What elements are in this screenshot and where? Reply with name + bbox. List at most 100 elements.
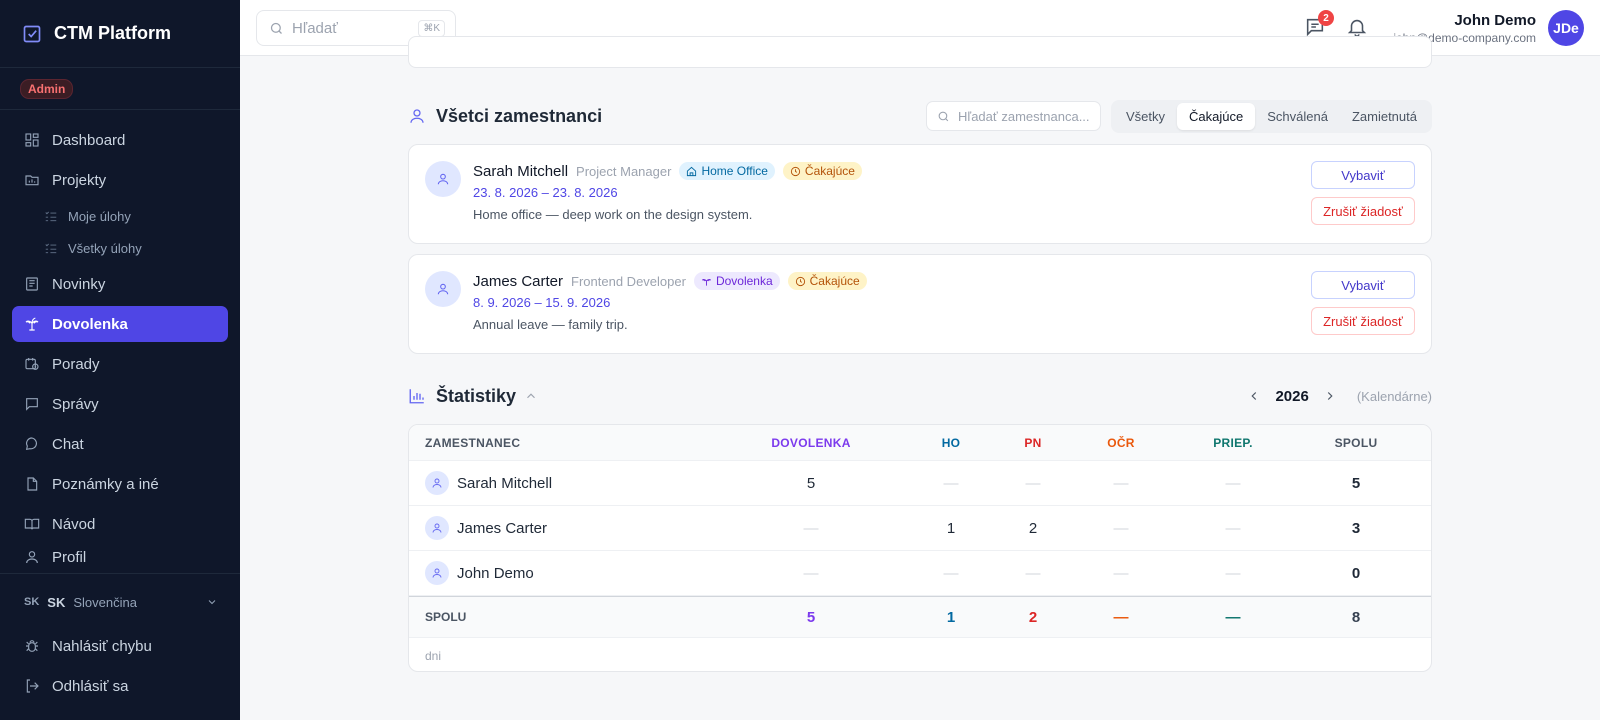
avatar[interactable]: JDe <box>1548 10 1584 46</box>
sidebar-item-dashboard[interactable]: Dashboard <box>12 122 228 158</box>
total-label: SPOLU <box>425 610 467 624</box>
vacation-cell: 5 <box>806 474 816 492</box>
clock-icon <box>795 276 805 286</box>
ho-cell: — <box>943 474 959 492</box>
list-check-icon <box>45 243 57 254</box>
stats-table: ZAMESTNANEC DOVOLENKA HO PN OČR PRIEP. S… <box>408 424 1432 672</box>
status-filter: Všetky Čakajúce Schválená Zamietnutá <box>1111 99 1432 133</box>
unit-note: dni <box>425 649 442 663</box>
employee-name: John Demo <box>457 564 534 582</box>
logout-button[interactable]: Odhlásiť sa <box>12 668 228 704</box>
checkbox-logo-icon <box>23 25 41 42</box>
sidebar: CTM Platform Admin Dashboard Projekty Mo… <box>0 0 240 720</box>
ocr-cell: — <box>1113 564 1129 582</box>
bar-chart-icon <box>409 389 424 404</box>
dashboard-icon <box>25 133 39 147</box>
employee-name: Sarah Mitchell <box>457 474 553 492</box>
sidebar-subitem-vsetky-ulohy[interactable]: Všetky úlohy <box>12 234 228 262</box>
chevron-left-icon[interactable] <box>1247 389 1261 403</box>
priep-cell: — <box>1225 564 1241 582</box>
search-input[interactable] <box>292 19 412 37</box>
sidebar-item-label: Chat <box>52 435 84 453</box>
status-label: Čakajúce <box>809 274 860 288</box>
messages-button[interactable]: 2 <box>1304 10 1334 38</box>
ho-cell: — <box>943 564 959 582</box>
employee-name: Sarah Mitchell <box>473 162 569 180</box>
total-pn: 2 <box>1028 608 1038 626</box>
table-row[interactable]: John Demo — — — — — 0 <box>409 551 1431 596</box>
cancel-request-button[interactable]: Zrušiť žiadosť <box>1311 307 1415 335</box>
user-icon <box>26 551 38 564</box>
sidebar-item-projekty[interactable]: Projekty <box>12 162 228 198</box>
filter-rejected[interactable]: Zamietnutá <box>1340 103 1429 130</box>
filter-approved[interactable]: Schválená <box>1255 103 1340 130</box>
type-badge: Dovolenka <box>693 272 780 290</box>
total-priep: — <box>1225 608 1241 626</box>
sidebar-item-label: Dashboard <box>52 131 126 149</box>
cancel-request-button[interactable]: Zrušiť žiadosť <box>1311 197 1415 225</box>
sidebar-item-novinky[interactable]: Novinky <box>12 266 228 302</box>
employee-name: James Carter <box>457 519 548 537</box>
sidebar-subitem-moje-ulohy[interactable]: Moje úlohy <box>12 202 228 230</box>
bug-icon <box>26 640 38 652</box>
resolve-button[interactable]: Vybaviť <box>1311 161 1415 189</box>
bell-icon <box>1347 19 1367 37</box>
language-icon-code: SK <box>24 596 40 608</box>
sidebar-item-label: Poznámky a iné <box>52 475 159 493</box>
user-name: John Demo <box>1454 11 1536 29</box>
brand[interactable]: CTM Platform <box>0 0 240 68</box>
chevron-right-icon[interactable] <box>1323 389 1337 403</box>
section-title: Štatistiky <box>436 385 517 406</box>
folder-chart-icon <box>25 175 39 186</box>
calendar-clock-icon <box>25 358 39 370</box>
type-label: Home Office <box>701 164 768 178</box>
request-note: Home office — deep work on the design sy… <box>473 207 753 222</box>
request-note: Annual leave — family trip. <box>473 317 628 332</box>
status-badge: Čakajúce <box>782 162 862 180</box>
filter-pending[interactable]: Čakajúce <box>1177 102 1256 130</box>
user-icon <box>410 109 424 123</box>
sidebar-item-spravy[interactable]: Správy <box>12 386 228 422</box>
user-icon <box>432 523 442 533</box>
request-card: Sarah Mitchell Project Manager Home Offi… <box>408 144 1432 244</box>
sidebar-item-profil[interactable]: Profil <box>12 546 228 568</box>
report-bug-button[interactable]: Nahlásiť chybu <box>12 628 228 664</box>
request-dates: 23. 8. 2026 – 23. 8. 2026 <box>473 185 618 200</box>
filter-all[interactable]: Všetky <box>1114 103 1177 130</box>
table-row[interactable]: James Carter — 1 2 — — 3 <box>409 506 1431 551</box>
sidebar-item-dovolenka[interactable]: Dovolenka <box>12 306 228 342</box>
sidebar-item-label: Moje úlohy <box>68 208 131 224</box>
previous-card <box>408 36 1432 68</box>
sidebar-item-label: Profil <box>52 548 87 566</box>
notifications-button[interactable] <box>1346 16 1368 38</box>
table-row[interactable]: Sarah Mitchell 5 — — — — 5 <box>409 461 1431 506</box>
chevron-up-icon[interactable] <box>524 389 538 403</box>
resolve-button[interactable]: Vybaviť <box>1311 271 1415 299</box>
vacation-cell: — <box>803 519 819 537</box>
home-icon <box>687 166 697 176</box>
language-select[interactable]: SK SK Slovenčina <box>12 584 228 620</box>
header-ocr: OČR <box>1107 435 1135 450</box>
employee-cell: John Demo <box>409 561 729 585</box>
sidebar-item-navod[interactable]: Návod <box>12 506 228 542</box>
employee-search-input[interactable] <box>958 108 1099 124</box>
total-ocr: — <box>1113 608 1129 626</box>
role-row: Admin <box>0 68 240 110</box>
message-square-icon <box>26 398 38 411</box>
sidebar-item-poznamky[interactable]: Poznámky a iné <box>12 466 228 502</box>
employee-cell: Sarah Mitchell <box>409 471 729 495</box>
book-open-icon <box>24 518 40 530</box>
sidebar-item-porady[interactable]: Porady <box>12 346 228 382</box>
request-body: Sarah Mitchell Project Manager Home Offi… <box>473 160 870 222</box>
header-employee: ZAMESTNANEC <box>425 435 521 450</box>
pn-cell: 2 <box>1028 519 1038 537</box>
header-priep: PRIEP. <box>1213 435 1253 450</box>
sidebar-item-chat[interactable]: Chat <box>12 426 228 462</box>
employee-search[interactable] <box>926 101 1102 131</box>
chat-bubble-icon <box>25 437 37 451</box>
pn-cell: — <box>1025 474 1041 492</box>
search-icon <box>270 22 282 34</box>
sidebar-nav: Dashboard Projekty Moje úlohy Všetky úlo… <box>0 110 240 568</box>
priep-cell: — <box>1225 474 1241 492</box>
sidebar-item-label: Porady <box>52 355 100 373</box>
